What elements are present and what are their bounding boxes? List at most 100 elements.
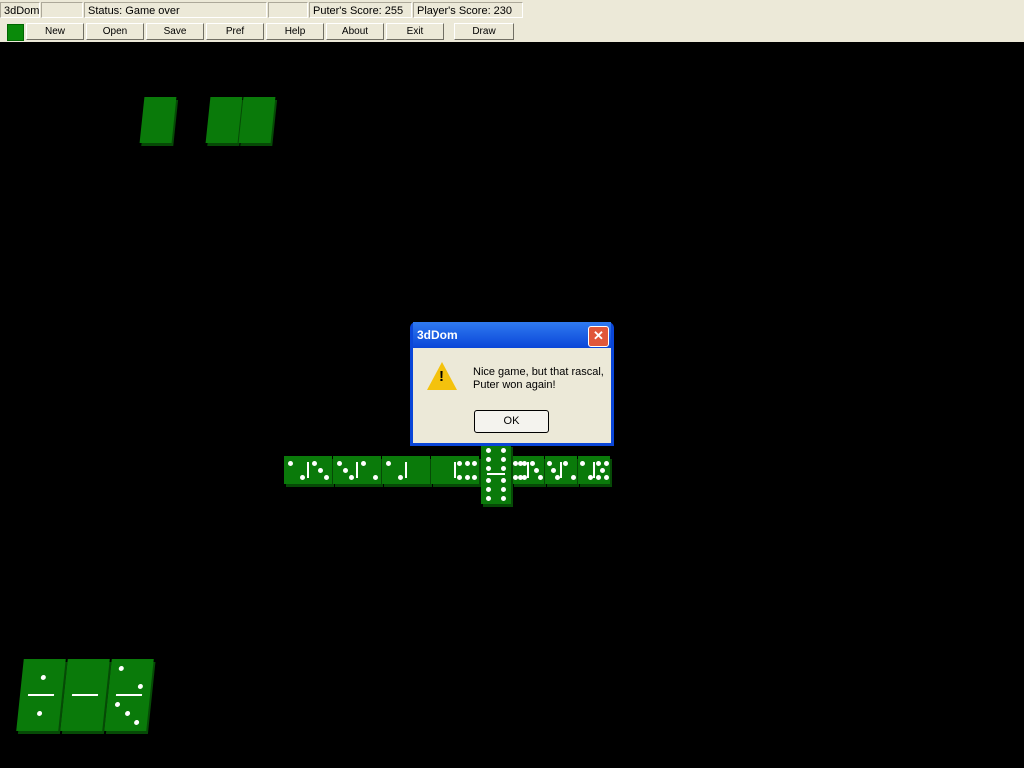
- pip: [118, 665, 125, 671]
- about-button[interactable]: About: [326, 23, 384, 40]
- pip: [603, 460, 609, 466]
- pip: [486, 495, 491, 501]
- pip: [287, 460, 293, 466]
- pip: [397, 474, 403, 480]
- pip: [464, 474, 470, 480]
- pip: [512, 474, 518, 480]
- spinner-tile[interactable]: [481, 444, 511, 504]
- chain-tile[interactable]: [333, 456, 381, 484]
- warning-icon: !: [427, 362, 457, 390]
- player-tile[interactable]: [16, 659, 66, 731]
- pip: [114, 701, 121, 707]
- pip: [501, 495, 506, 501]
- draw-button[interactable]: Draw: [454, 23, 514, 40]
- chain-tile[interactable]: [545, 456, 577, 484]
- save-button[interactable]: Save: [146, 23, 204, 40]
- divider: [356, 461, 358, 479]
- pip: [501, 465, 506, 471]
- pip: [595, 460, 601, 466]
- pip: [579, 460, 585, 466]
- dialog-title: 3dDom: [413, 322, 611, 348]
- pip: [124, 710, 130, 716]
- app-name-panel: 3dDom: [0, 2, 40, 18]
- pip: [486, 456, 491, 462]
- pip: [471, 474, 477, 480]
- toolbar: New Open Save Pref Help About Exit Draw: [0, 21, 1024, 42]
- divider: [405, 461, 407, 479]
- pip: [529, 460, 535, 466]
- pip: [486, 486, 491, 492]
- dialog-message: Nice game, but that rascal, Puter won ag…: [473, 366, 604, 391]
- status-bar: 3dDom Status: Game over Puter's Score: 2…: [0, 0, 1024, 22]
- pip: [137, 683, 144, 689]
- divider: [307, 461, 309, 479]
- pip: [133, 719, 140, 725]
- pip: [587, 474, 593, 480]
- pip: [550, 467, 556, 473]
- opponent-tile[interactable]: [139, 97, 177, 143]
- pip: [36, 710, 42, 716]
- ok-button[interactable]: OK: [474, 410, 549, 433]
- divider: [454, 461, 456, 479]
- pip: [486, 465, 491, 471]
- divider: [116, 694, 142, 696]
- pip: [372, 474, 378, 480]
- pip: [570, 474, 576, 480]
- pip: [512, 460, 518, 466]
- puter-score: Puter's Score: 255: [309, 2, 412, 18]
- pip: [360, 460, 366, 466]
- chain-tile[interactable]: [512, 456, 544, 484]
- empty-panel: [41, 2, 83, 18]
- pip: [336, 460, 342, 466]
- pip: [486, 477, 491, 483]
- pip: [501, 456, 506, 462]
- divider: [527, 461, 529, 479]
- chain-tile[interactable]: [431, 456, 479, 484]
- pip: [348, 474, 354, 480]
- divider: [560, 461, 562, 479]
- pref-button[interactable]: Pref: [206, 23, 264, 40]
- pip: [317, 467, 323, 473]
- pip: [562, 460, 568, 466]
- chain-tile[interactable]: [284, 456, 332, 484]
- pip: [603, 474, 609, 480]
- opponent-tile[interactable]: [205, 97, 243, 143]
- pip: [486, 447, 491, 453]
- divider: [28, 694, 54, 696]
- pip: [40, 674, 46, 680]
- chain-tile[interactable]: [578, 456, 610, 484]
- opponent-tile[interactable]: [238, 97, 276, 143]
- pip: [457, 474, 463, 480]
- message-dialog: 3dDom ✕ ! Nice game, but that rascal, Pu…: [410, 322, 614, 446]
- player-tile[interactable]: [104, 659, 154, 731]
- empty-panel-2: [268, 2, 308, 18]
- exit-button[interactable]: Exit: [386, 23, 444, 40]
- divider: [487, 473, 505, 475]
- pip: [323, 474, 329, 480]
- pip: [501, 477, 506, 483]
- pip: [501, 447, 506, 453]
- pip: [537, 474, 543, 480]
- divider: [72, 694, 98, 696]
- pip: [385, 460, 391, 466]
- pip: [546, 460, 552, 466]
- chain-tile[interactable]: [382, 456, 430, 484]
- divider: [593, 461, 595, 479]
- pip: [471, 460, 477, 466]
- player-tile[interactable]: [60, 659, 110, 731]
- game-status: Status: Game over: [84, 2, 267, 18]
- help-button[interactable]: Help: [266, 23, 324, 40]
- pip: [554, 474, 560, 480]
- pip: [457, 460, 463, 466]
- domino-app-icon: [7, 24, 24, 41]
- player-score: Player's Score: 230: [413, 2, 523, 18]
- pip: [595, 474, 601, 480]
- close-icon[interactable]: ✕: [588, 326, 609, 347]
- pip: [342, 467, 348, 473]
- open-button[interactable]: Open: [86, 23, 144, 40]
- pip: [464, 460, 470, 466]
- pip: [533, 467, 539, 473]
- new-button[interactable]: New: [26, 23, 84, 40]
- pip: [599, 467, 605, 473]
- pip: [501, 486, 506, 492]
